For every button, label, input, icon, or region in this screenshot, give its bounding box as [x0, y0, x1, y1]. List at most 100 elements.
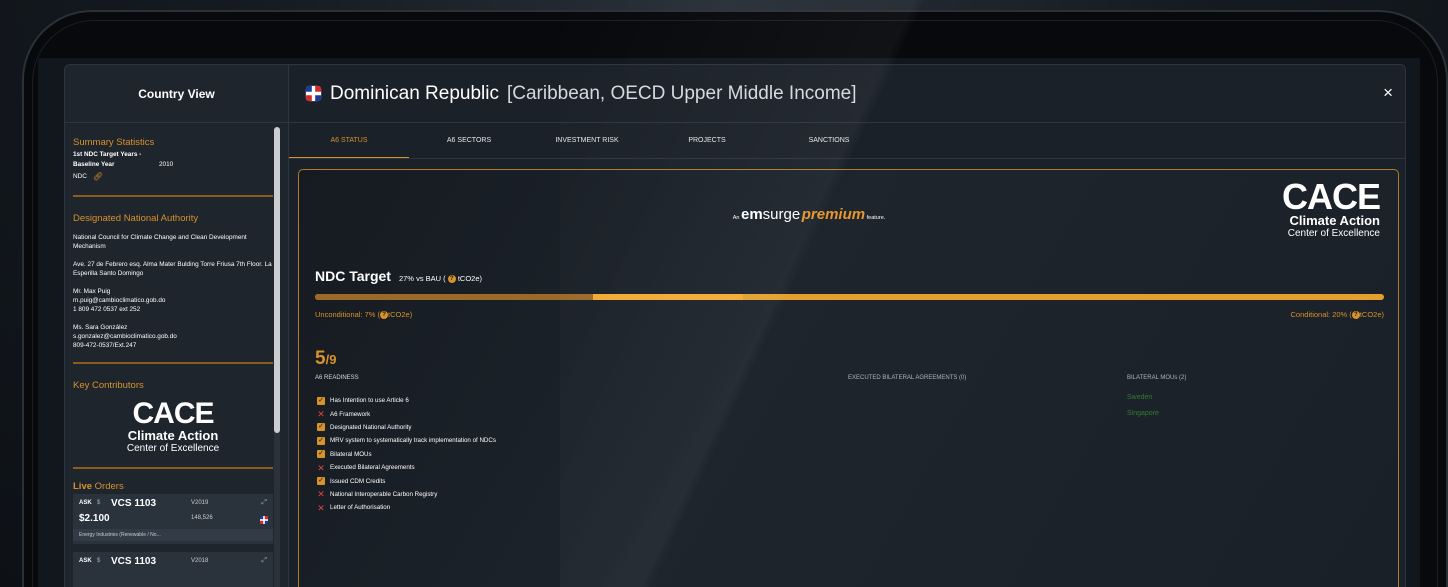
mou-country[interactable]: Singapore — [1127, 406, 1159, 422]
main-panel: Dominican Republic [Caribbean, OECD Uppe… — [289, 65, 1405, 587]
dna-heading: Designated National Authority — [73, 213, 199, 224]
cace-logo-mid: Climate Action — [1289, 213, 1380, 228]
readiness-item: ✓ Bilateral MOUs — [317, 448, 496, 461]
country-header: Dominican Republic [Caribbean, OECD Uppe… — [289, 65, 1405, 123]
ndc-title: NDC Target — [315, 268, 391, 284]
link-icon[interactable]: 🔗︎ — [93, 171, 103, 183]
readiness-item: ✓ Issued CDM Credits — [317, 474, 496, 487]
country-name: Dominican Republic — [330, 82, 499, 104]
dna-address: Ave. 27 de Febrero esq. Alma Mater Buldi… — [73, 261, 272, 277]
cace-logo-small: Center of Excellence — [126, 443, 220, 454]
readiness-item: ✓ MRV system to systematically track impl… — [317, 434, 496, 447]
cace-logo-big: CACE — [1281, 176, 1381, 217]
check-icon: ✓ — [317, 396, 325, 405]
cross-icon: ✕ — [317, 409, 325, 420]
check-icon: ✓ — [317, 477, 325, 486]
readiness-item-label: Issued CDM Credits — [330, 477, 386, 485]
readiness-score: 5/9 — [315, 348, 337, 369]
dominican-flag-icon — [305, 85, 322, 102]
readiness-item-label: Executed Bilateral Agreements — [330, 464, 415, 472]
summary-heading: Summary Statistics — [73, 137, 155, 148]
country-modal: Country View Summary Statistics 1st NDC … — [64, 64, 1406, 587]
baseline-row: Baseline Year 2010 — [73, 159, 279, 171]
bilateral-mous-list: Sweden Singapore — [1127, 390, 1159, 422]
ndc-years-label: 1st NDC Target Years - — [73, 151, 142, 158]
cross-icon: ✕ — [317, 502, 325, 513]
conditional-label: Conditional: 20% (? tCO2e) — [1290, 310, 1384, 320]
expand-icon[interactable]: ⤢ — [261, 499, 267, 507]
order-vintage: V2018 — [191, 558, 209, 564]
bilateral-mous-heading: BILATERAL MOUs (2) — [1127, 375, 1187, 381]
help-icon[interactable]: ? — [380, 311, 389, 320]
unconditional-label: Unconditional: 7% (? tCO2e) — [315, 310, 413, 320]
contact2-name: Ms. Sara González — [73, 324, 128, 331]
mou-country[interactable]: Sweden — [1127, 390, 1159, 406]
order-price: $2.100 — [79, 512, 110, 524]
country-region: [Caribbean, OECD Upper Middle Income] — [506, 82, 857, 104]
contact1-name: Mr. Max Puig — [73, 288, 111, 295]
readiness-item-label: National Interoperable Carbon Registry — [330, 490, 438, 498]
readiness-item: ✓ Has Intention to use Article 6 — [317, 394, 496, 407]
cace-logo[interactable]: CACE Climate Action Center of Excellence — [73, 399, 273, 455]
readiness-label: A6 READINESS — [315, 375, 359, 381]
ndc-progress-bar — [315, 294, 1384, 300]
readiness-item: ✕ Letter of Authorisation — [317, 501, 496, 514]
contact2-email[interactable]: s.gonzalez@cambioclimatico.gob.do — [73, 332, 279, 341]
cace-logo-small: Center of Excellence — [1287, 228, 1380, 239]
close-icon[interactable]: × — [1383, 83, 1393, 103]
expand-icon[interactable]: ⤢ — [261, 557, 267, 565]
divider — [73, 195, 273, 197]
readiness-item: ✕ National Interoperable Carbon Registry — [317, 488, 496, 501]
contact1-email[interactable]: m.puig@cambioclimatico.gob.do — [73, 296, 279, 305]
dominican-flag-icon — [260, 516, 268, 524]
contact2-phone: 809-472-0537/Ext.247 — [73, 342, 137, 349]
conditional-segment — [593, 294, 743, 300]
order-card[interactable]: ASK $ VCS 1103 V2018 ⤢ — [73, 552, 273, 587]
baseline-value: 2010 — [159, 161, 174, 168]
sidebar-content: Summary Statistics 1st NDC Target Years … — [65, 123, 279, 587]
sidebar-title: Country View — [65, 65, 288, 123]
tab-a6-sectors[interactable]: A6 SECTORS — [409, 123, 529, 158]
readiness-item-label: A6 Framework — [330, 410, 371, 418]
readiness-item: ✕ Executed Bilateral Agreements — [317, 461, 496, 474]
unconditional-segment — [315, 294, 593, 300]
tab-projects[interactable]: PROJECTS — [645, 123, 769, 158]
ndc-subtitle: 27% vs BAU ( ? tCO2e) — [398, 274, 483, 284]
readiness-item-label: MRV system to systematically track imple… — [330, 437, 496, 445]
tab-investment-risk[interactable]: INVESTMENT RISK — [529, 123, 645, 158]
ndc-label: NDC — [73, 173, 87, 180]
check-icon: ✓ — [317, 450, 325, 459]
ndc-heading: NDC Target 27% vs BAU ( ? tCO2e) — [315, 268, 482, 284]
order-side: ASK — [79, 500, 92, 506]
help-icon[interactable]: ? — [447, 275, 456, 284]
readiness-item: ✕ A6 Framework — [317, 407, 496, 420]
help-icon[interactable]: ? — [1351, 311, 1360, 320]
cross-icon: ✕ — [317, 489, 325, 500]
tab-a6-status[interactable]: A6 STATUS — [289, 123, 409, 158]
cace-logo[interactable]: CACE Climate Action Center of Excellence — [1281, 176, 1381, 240]
readiness-checklist: ✓ Has Intention to use Article 6 ✕ A6 Frame… — [317, 394, 496, 515]
order-category: Energy Industries (Renewable / No... — [73, 529, 273, 541]
order-vintage: V2019 — [191, 500, 209, 506]
cross-icon: ✕ — [317, 462, 325, 473]
order-card[interactable]: ASK $ VCS 1103 V2019 ⤢ $2.100 148,526 En… — [73, 494, 273, 544]
divider — [73, 362, 273, 364]
order-qty: 148,526 — [191, 515, 213, 521]
contact1-phone: 1 809 472 0537 ext 252 — [73, 306, 141, 313]
readiness-item-label: Designated National Authority — [330, 423, 412, 431]
orders-heading: Live Orders — [73, 481, 124, 492]
order-name: VCS 1103 — [111, 555, 157, 567]
baseline-label: Baseline Year — [73, 161, 115, 168]
divider — [73, 467, 273, 469]
tab-bar: A6 STATUS A6 SECTORS INVESTMENT RISK PRO… — [289, 123, 1405, 159]
contributors-heading: Key Contributors — [73, 380, 144, 391]
order-name: VCS 1103 — [111, 497, 157, 509]
order-currency: $ — [97, 558, 101, 564]
screen: Country View Summary Statistics 1st NDC … — [0, 0, 1448, 587]
tab-sanctions[interactable]: SANCTIONS — [769, 123, 889, 158]
cace-logo-mid: Climate Action — [127, 428, 219, 443]
dna-org: National Council for Climate Change and … — [73, 234, 247, 250]
a6-status-card: An emsurge premium feature. CACE Climate… — [298, 169, 1399, 587]
order-side: ASK — [79, 558, 92, 564]
premium-feature-label: An emsurge premium feature. — [732, 206, 886, 223]
